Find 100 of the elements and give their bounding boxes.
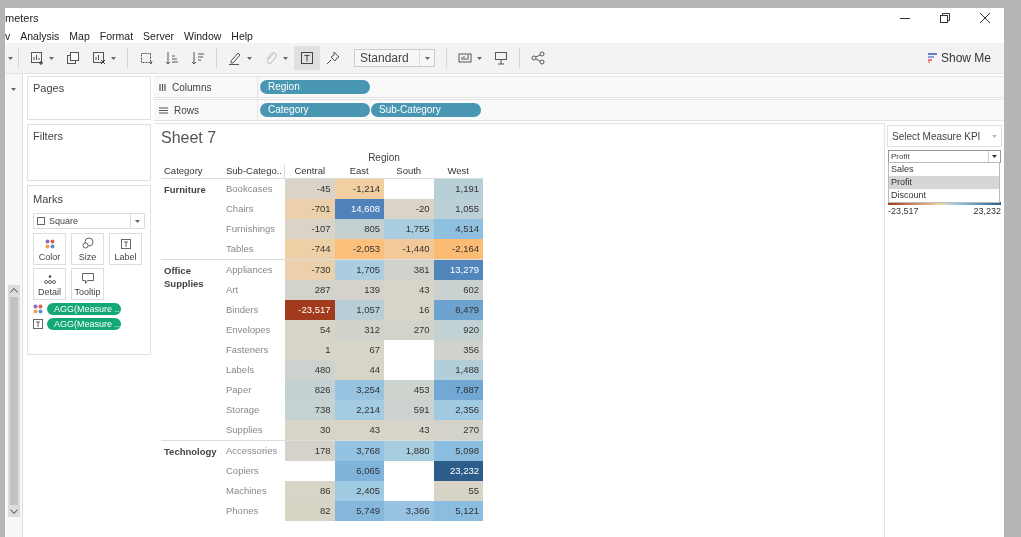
heatmap-cell: 55: [433, 481, 483, 501]
mark-card-button[interactable]: Tooltip: [71, 268, 104, 300]
filters-card[interactable]: Filters: [27, 124, 151, 181]
subcategory-label: Fasteners: [225, 343, 270, 357]
subcategory-label: Copiers: [225, 464, 260, 478]
caret-icon[interactable]: [992, 155, 997, 158]
subcategory-label: Labels: [225, 363, 255, 377]
clear-sheet-icon[interactable]: [92, 51, 106, 65]
heatmap-cell: 82: [285, 501, 335, 521]
label-icon: [33, 319, 43, 329]
caret-icon[interactable]: [135, 219, 140, 223]
dropdown-option[interactable]: Sales: [889, 163, 999, 176]
column-header: West: [446, 164, 470, 178]
heatmap-cell: 270: [384, 320, 434, 340]
menu-item[interactable]: Help: [226, 29, 258, 42]
heatmap-cell: 920: [433, 320, 483, 340]
heatmap-cell: 3,366: [384, 501, 434, 521]
dropdown-option[interactable]: Profit: [889, 176, 999, 189]
mark-type-dropdown[interactable]: Square: [33, 213, 145, 229]
heatmap-cell: 270: [433, 420, 483, 440]
heatmap-cell: -23,517: [285, 300, 335, 320]
new-worksheet-icon[interactable]: [30, 51, 44, 65]
heatmap-cell: 6,065: [334, 461, 384, 481]
legend-min-label: -23,517: [888, 206, 919, 216]
heatmap-cell: 43: [334, 420, 384, 440]
column-header: South: [395, 164, 423, 178]
subcategory-label: Binders: [225, 303, 260, 317]
column-header: Category: [163, 164, 204, 178]
heatmap-cell: 3,768: [334, 441, 384, 461]
subcategory-label: Chairs: [225, 202, 255, 216]
heatmap-cell: 139: [334, 280, 384, 300]
scroll-up-icon[interactable]: [9, 288, 18, 293]
heatmap-cell: 5,098: [433, 441, 483, 461]
menu-item[interactable]: Map: [64, 29, 95, 42]
subcategory-label: Paper: [225, 383, 253, 397]
column-header: Sub-Catego..: [222, 164, 285, 178]
heatmap-cell: 312: [334, 320, 384, 340]
scroll-down-icon[interactable]: [9, 509, 18, 514]
fit-dropdown[interactable]: Standard: [354, 49, 435, 67]
color-dots-icon: [44, 239, 55, 249]
close-icon[interactable]: [980, 13, 990, 23]
subcategory-label: Phones: [225, 504, 260, 518]
category-label: Technology: [164, 445, 218, 458]
heatmap-cell: 13,279: [433, 260, 483, 280]
label-toggle-icon[interactable]: [300, 51, 314, 65]
scrollbar-thumb[interactable]: [9, 297, 18, 505]
show-me-button[interactable]: Show Me: [927, 51, 991, 65]
category-label: Furniture: [164, 183, 207, 196]
size-circles-icon: [81, 237, 94, 249]
heatmap-cell: 826: [285, 380, 335, 400]
pin-icon[interactable]: [326, 51, 340, 65]
mark-card-button[interactable]: Color: [33, 233, 66, 265]
heatmap-cell: 381: [384, 260, 434, 280]
menu-item[interactable]: Server: [138, 29, 179, 42]
heatmap-cell: -45: [285, 179, 335, 199]
subcategory-label: Bookcases: [225, 182, 274, 196]
heatmap-cell: 480: [285, 360, 335, 380]
subcategory-label: Appliances: [225, 263, 274, 277]
heatmap-cell: 805: [334, 219, 384, 239]
menu-item[interactable]: Window: [179, 29, 227, 42]
heatmap-cell: -2,164: [433, 239, 483, 259]
heatmap-cell: 67: [334, 340, 384, 360]
heatmap-cell: 14,608: [334, 199, 384, 219]
caret-icon[interactable]: [425, 56, 430, 60]
heatmap-cell: 1,755: [384, 219, 434, 239]
caret-icon[interactable]: [11, 88, 16, 91]
menu-item[interactable]: v: [5, 29, 16, 42]
menu-item[interactable]: Analysis: [15, 29, 65, 42]
swap-icon[interactable]: [139, 51, 153, 65]
scrollbar[interactable]: [7, 285, 20, 517]
mark-card-button[interactable]: Size: [71, 233, 104, 265]
heatmap-cell: 43: [384, 280, 434, 300]
highlight-icon[interactable]: [228, 51, 242, 65]
heatmap-cell: 453: [384, 380, 434, 400]
duplicate-icon[interactable]: [66, 51, 80, 65]
menu-item[interactable]: Format: [94, 29, 139, 42]
heatmap-cell: 1,055: [433, 199, 483, 219]
heatmap-cell: -1,214: [334, 179, 384, 199]
heatmap-cell: 2,405: [334, 481, 384, 501]
shelf-label: Rows: [174, 104, 199, 116]
heatmap-cell: 7,887: [433, 380, 483, 400]
shelf-label: Columns: [172, 81, 212, 93]
heatmap-cell: 4,514: [433, 219, 483, 239]
heatmap-cell: 43: [384, 420, 434, 440]
dropdown-option[interactable]: Discount: [889, 189, 999, 202]
presentation-icon[interactable]: [494, 51, 508, 65]
subcategory-label: Supplies: [225, 423, 264, 437]
restore-icon[interactable]: [940, 13, 950, 23]
heatmap-cell: 287: [285, 280, 335, 300]
mark-card-button[interactable]: Detail: [33, 268, 66, 300]
color-dots-icon: [33, 304, 43, 314]
heatmap-cell: 5,121: [433, 501, 483, 521]
show-me-icon: [927, 53, 937, 63]
paperclip-icon[interactable]: [264, 51, 278, 65]
heatmap-cell: 86: [285, 481, 335, 501]
heatmap-cell: 23,232: [433, 461, 483, 481]
pages-card[interactable]: Pages: [27, 76, 151, 120]
heatmap-cell: 1: [285, 340, 335, 360]
share-icon[interactable]: [531, 51, 545, 65]
mark-card-button[interactable]: Label: [109, 233, 142, 265]
